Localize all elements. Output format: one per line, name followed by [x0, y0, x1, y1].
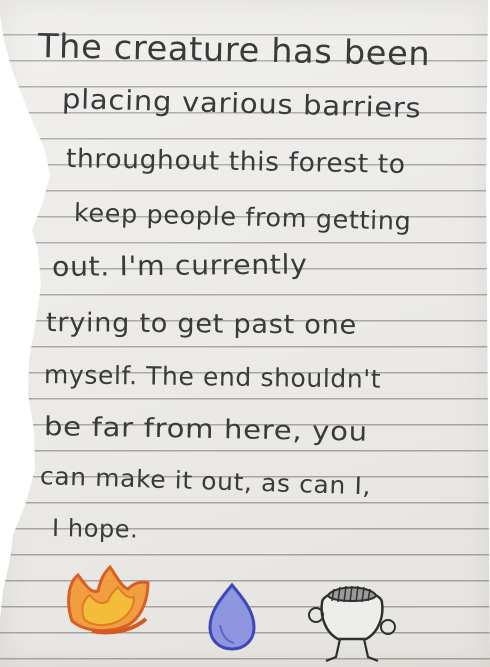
torn-notebook-paper: The creature has been placing various ba… [0, 0, 490, 667]
pot-creature-icon [308, 585, 396, 663]
scanned-note-page: The creature has been placing various ba… [0, 0, 490, 667]
blue-drop-icon [208, 582, 256, 651]
note-line-5: out. I'm currently [51, 249, 308, 283]
handwritten-text: The creature has been placing various ba… [0, 0, 490, 560]
note-line-4: keep people from getting [73, 198, 412, 236]
note-line-1: The creature has been [37, 26, 431, 74]
note-line-10: I hope. [51, 514, 139, 544]
note-line-8: be far from here, you [43, 412, 368, 448]
note-line-6: trying to get past one [45, 308, 358, 341]
note-line-3: throughout this forest to [65, 144, 406, 180]
doodles [0, 555, 490, 667]
orange-flame-icon [67, 564, 150, 635]
note-line-9: can make it out, as can I, [39, 462, 372, 501]
note-line-2: placing various barriers [61, 84, 422, 125]
note-line-7: myself. The end shouldn't [43, 360, 382, 394]
